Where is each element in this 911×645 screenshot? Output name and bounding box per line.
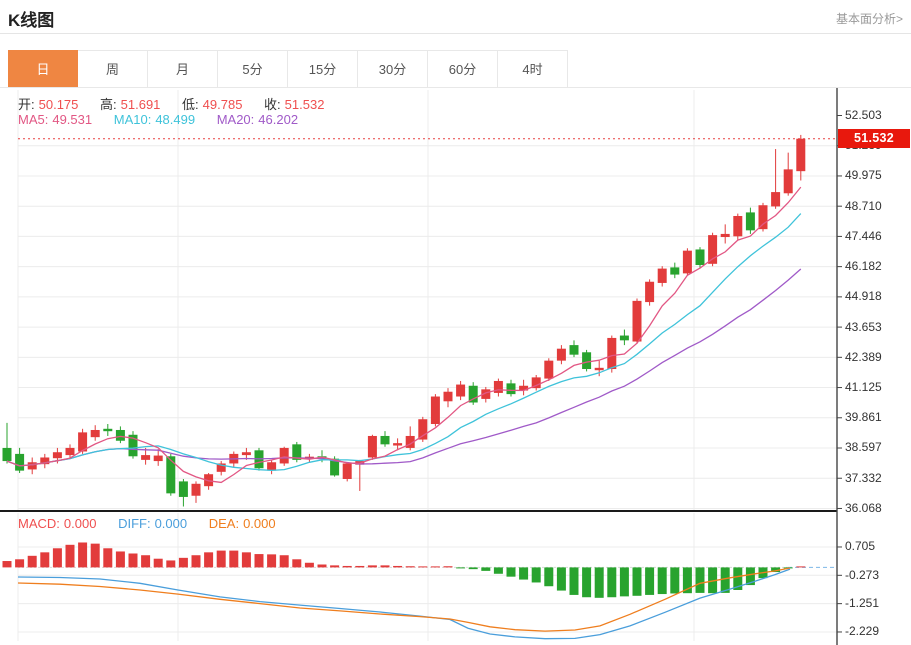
axis-tick-label: 42.389 xyxy=(845,349,882,364)
diff-label: DIFF: xyxy=(118,516,151,531)
period-tabbar: 日周月 5分 15分 30分 60分 4时 xyxy=(8,50,568,87)
axis-tick-label: -1.251 xyxy=(845,596,880,611)
last-price-tag: 51.532 xyxy=(838,129,910,149)
axis-tick-label: 41.125 xyxy=(845,380,882,395)
header-divider xyxy=(0,33,911,34)
kline-page: K线图 基本面分析> 日周月 5分 15分 30分 60分 4时 开: 50.175 高: 5… xyxy=(0,0,911,645)
axis-tick-label: 46.182 xyxy=(845,259,882,274)
axis-tick-label: 0.705 xyxy=(845,539,876,554)
axis-tick-label: -0.273 xyxy=(845,567,880,582)
axis-tick-label: 48.710 xyxy=(845,198,882,213)
ma10-value: 48.499 xyxy=(155,112,196,127)
macd-value: 0.000 xyxy=(63,516,97,531)
axis-tick-label: 52.503 xyxy=(845,108,882,122)
tab-周[interactable]: 周 xyxy=(78,50,148,87)
diff-value: 0.000 xyxy=(154,516,188,531)
axis-tick-label: 39.861 xyxy=(845,410,882,425)
ma-readout: MA5: 49.531 MA10: 48.499 MA20: 46.202 xyxy=(18,112,302,127)
ohlc-readout: 开: 50.175 高: 51.691 低: 49.785 收: 51.532 xyxy=(18,94,328,113)
close-label: 收: xyxy=(264,97,281,112)
tab-5分[interactable]: 5分 xyxy=(218,50,288,87)
axis-tick-label: 43.653 xyxy=(845,319,882,334)
tab-4时[interactable]: 4时 xyxy=(498,50,568,87)
axis-tick-label: -2.229 xyxy=(845,624,880,639)
ma5-label: MA5: xyxy=(18,112,49,127)
low-value: 49.785 xyxy=(202,97,243,112)
axis-tick-label: 49.975 xyxy=(845,168,882,183)
open-label: 开: xyxy=(18,97,35,112)
axis-tick-label: 37.332 xyxy=(845,470,882,485)
macd-label: MACD: xyxy=(18,516,60,531)
page-title: K线图 xyxy=(8,11,55,30)
axis-tick-label: 36.068 xyxy=(845,500,882,515)
tab-15分[interactable]: 15分 xyxy=(288,50,358,87)
tab-60分[interactable]: 60分 xyxy=(428,50,498,87)
ma10-label: MA10: xyxy=(113,112,152,127)
tab-日[interactable]: 日 xyxy=(8,50,78,87)
close-value: 51.532 xyxy=(284,97,325,112)
ma5-value: 49.531 xyxy=(52,112,93,127)
low-label: 低: xyxy=(182,97,199,112)
open-value: 50.175 xyxy=(38,97,79,112)
dea-value: 0.000 xyxy=(243,516,276,531)
macd-readout: MACD: 0.000 DIFF: 0.000 DEA: 0.000 xyxy=(18,516,280,531)
axis-tick-label: 47.446 xyxy=(845,228,882,243)
tab-30分[interactable]: 30分 xyxy=(358,50,428,87)
tab-月[interactable]: 月 xyxy=(148,50,218,87)
ma20-label: MA20: xyxy=(216,112,255,127)
dea-label: DEA: xyxy=(208,516,240,531)
high-label: 高: xyxy=(100,97,117,112)
high-value: 51.691 xyxy=(120,97,161,112)
fundamental-analysis-link[interactable]: 基本面分析> xyxy=(836,10,903,27)
axis-tick-label: 44.918 xyxy=(845,289,882,304)
ma20-value: 46.202 xyxy=(258,112,299,127)
axis-tick-label: 38.597 xyxy=(845,440,882,455)
